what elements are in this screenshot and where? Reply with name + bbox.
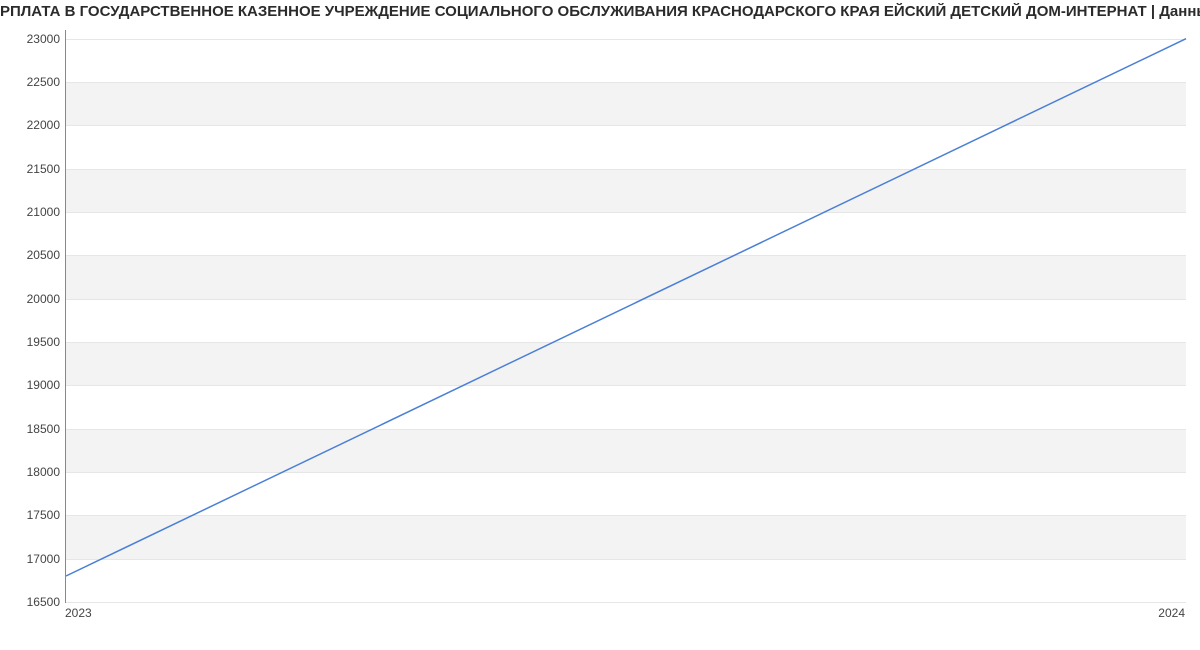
y-tick-label: 22500 — [10, 75, 60, 89]
series-line — [66, 39, 1186, 576]
y-tick-label: 20500 — [10, 248, 60, 262]
y-tick-label: 18500 — [10, 422, 60, 436]
grid-line — [66, 602, 1186, 603]
y-tick-label: 16500 — [10, 595, 60, 609]
y-tick-label: 18000 — [10, 465, 60, 479]
x-tick-label: 2024 — [1158, 606, 1185, 620]
line-series — [66, 30, 1186, 602]
y-tick-label: 20000 — [10, 292, 60, 306]
y-tick-label: 17500 — [10, 508, 60, 522]
y-tick-label: 17000 — [10, 552, 60, 566]
y-tick-label: 23000 — [10, 32, 60, 46]
plot-area — [65, 30, 1186, 603]
chart-title: РПЛАТА В ГОСУДАРСТВЕННОЕ КАЗЕННОЕ УЧРЕЖД… — [0, 3, 1200, 20]
y-tick-label: 19000 — [10, 378, 60, 392]
y-tick-label: 22000 — [10, 118, 60, 132]
x-tick-label: 2023 — [65, 606, 92, 620]
y-tick-label: 21000 — [10, 205, 60, 219]
y-tick-label: 19500 — [10, 335, 60, 349]
y-tick-label: 21500 — [10, 162, 60, 176]
